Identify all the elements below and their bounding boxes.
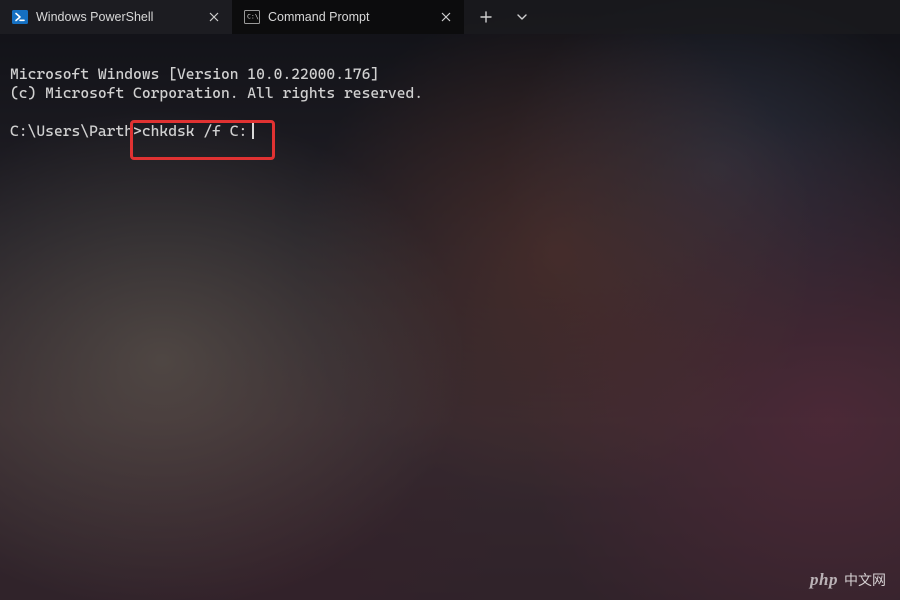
watermark-badge: php xyxy=(810,570,838,590)
terminal-output[interactable]: Microsoft Windows [Version 10.0.22000.17… xyxy=(0,34,900,600)
new-tab-button[interactable] xyxy=(470,3,502,31)
powershell-icon xyxy=(12,9,28,25)
titlebar-actions xyxy=(464,0,544,34)
version-line: Microsoft Windows [Version 10.0.22000.17… xyxy=(10,65,379,83)
command-text: chkdsk /f C: xyxy=(142,122,247,141)
watermark: php 中文网 xyxy=(810,570,886,590)
copyright-line: (c) Microsoft Corporation. All rights re… xyxy=(10,84,423,102)
text-cursor xyxy=(252,122,254,139)
tab-powershell[interactable]: Windows PowerShell xyxy=(0,0,232,34)
tab-label: Windows PowerShell xyxy=(36,10,198,24)
prompt-path: C:\Users\Parth> xyxy=(10,122,142,141)
tab-command-prompt[interactable]: C:\ Command Prompt xyxy=(232,0,464,34)
close-icon[interactable] xyxy=(206,9,222,25)
close-icon[interactable] xyxy=(438,9,454,25)
tab-dropdown-button[interactable] xyxy=(506,3,538,31)
tab-label: Command Prompt xyxy=(268,10,430,24)
svg-text:C:\: C:\ xyxy=(247,13,259,21)
watermark-text: 中文网 xyxy=(844,570,886,590)
cmd-icon: C:\ xyxy=(244,9,260,25)
prompt-line: C:\Users\Parth>chkdsk /f C: xyxy=(10,122,890,141)
titlebar: Windows PowerShell C:\ Command Prompt xyxy=(0,0,900,34)
